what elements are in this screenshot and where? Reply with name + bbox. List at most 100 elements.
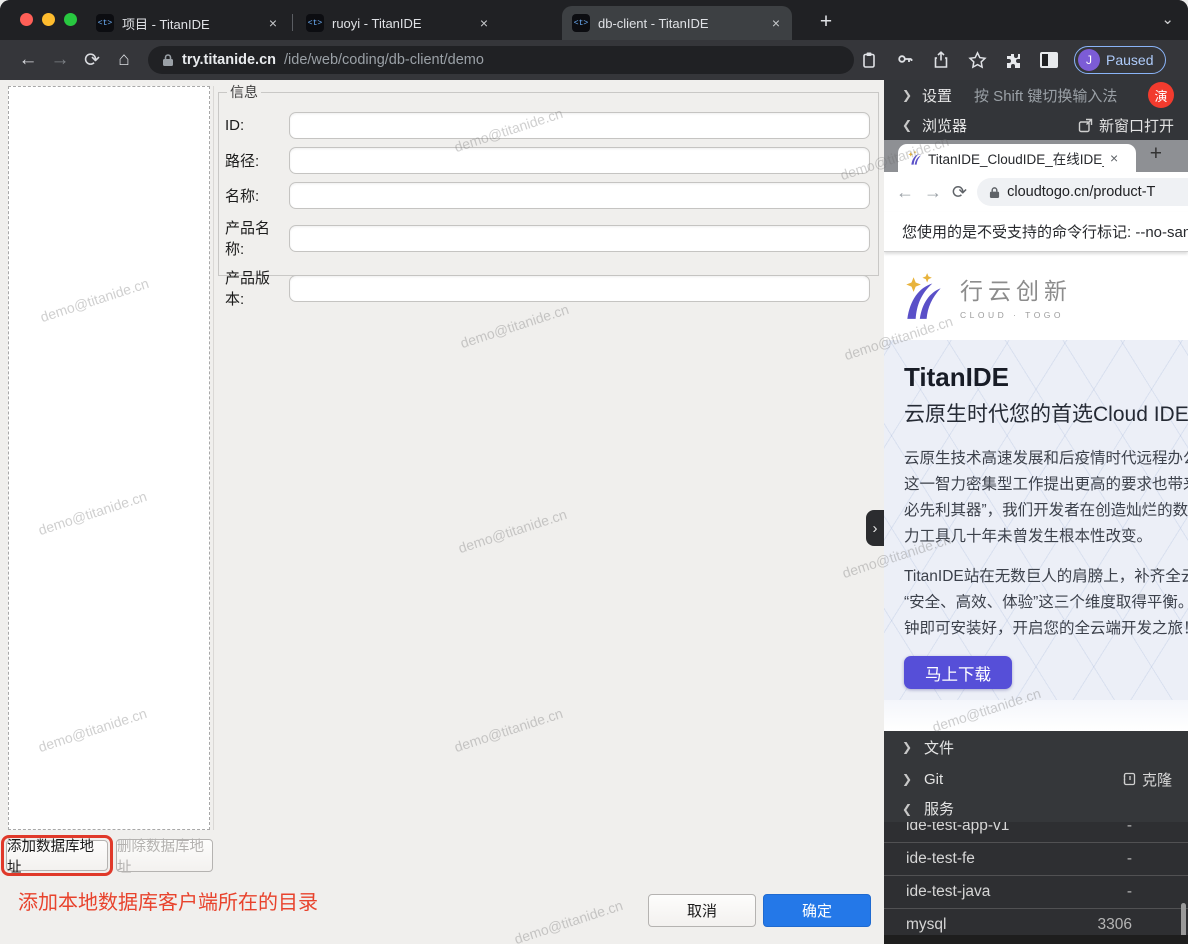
- forward-icon[interactable]: →: [44, 44, 76, 76]
- tab-ruoyi[interactable]: <t> ruoyi - TitanIDE ×: [296, 6, 500, 40]
- annotation-text: 添加本地数据库客户端所在的目录: [18, 886, 318, 915]
- service-row[interactable]: ide-test-java -: [884, 875, 1188, 908]
- traffic-lights: [20, 13, 77, 26]
- tab-title: db-client - TitanIDE: [598, 16, 762, 31]
- panel-footer-strip: [884, 935, 1188, 944]
- tab-title: ruoyi - TitanIDE: [332, 16, 470, 31]
- avatar: J: [1078, 49, 1100, 71]
- settings-label: 设置: [922, 85, 952, 106]
- sandbox-warning-bar: 您使用的是不受支持的命令行标记: --no-sand: [884, 212, 1188, 252]
- key-icon[interactable]: [890, 45, 920, 75]
- services-section-header[interactable]: ❮ 服务: [884, 795, 1188, 822]
- titanide-favicon: <t>: [96, 14, 114, 32]
- path-label: 路径:: [225, 150, 289, 171]
- browser-section-header[interactable]: ❮ 浏览器 新窗口打开: [884, 110, 1188, 140]
- titanide-favicon: <t>: [572, 14, 590, 32]
- bookmark-star-icon[interactable]: [962, 45, 992, 75]
- info-fieldset: 信息 ID: 路径: 名称: 产品名称: 产品版本:: [218, 82, 879, 276]
- inner-new-tab-button[interactable]: +: [1150, 142, 1162, 166]
- minimize-window-button[interactable]: [42, 13, 55, 26]
- clipboard-icon[interactable]: [854, 45, 884, 75]
- open-in-new-icon: [1078, 118, 1093, 133]
- product-version-label: 产品版本:: [225, 267, 289, 309]
- home-icon[interactable]: ⌂: [108, 44, 140, 76]
- service-port: -: [1127, 883, 1132, 901]
- scrollbar-thumb[interactable]: [1181, 903, 1186, 935]
- tab-close-icon[interactable]: ×: [770, 15, 782, 31]
- services-label: 服务: [924, 798, 954, 819]
- form-row-product-version: 产品版本:: [225, 267, 870, 309]
- side-panel-icon[interactable]: [1034, 45, 1064, 75]
- database-address-list[interactable]: [8, 86, 210, 830]
- open-new-window-label: 新窗口打开: [1099, 115, 1174, 136]
- add-database-address-button[interactable]: 添加数据库地址: [6, 840, 108, 871]
- share-icon[interactable]: [926, 45, 956, 75]
- service-port: -: [1127, 850, 1132, 868]
- panel-expand-handle[interactable]: ›: [866, 510, 884, 546]
- product-name-input[interactable]: [289, 225, 870, 252]
- id-input[interactable]: [289, 112, 870, 139]
- inner-forward-icon[interactable]: →: [924, 182, 942, 203]
- para1-line: 云原生技术高速发展和后疫情时代远程办公等给: [904, 446, 1188, 472]
- git-section-header[interactable]: ❯ Git 克隆: [884, 763, 1188, 795]
- reload-icon[interactable]: ⟳: [76, 44, 108, 76]
- path-input[interactable]: [289, 147, 870, 174]
- address-bar[interactable]: try.titanide.cn/ide/web/coding/db-client…: [148, 46, 854, 74]
- chevron-right-icon: ❯: [902, 88, 912, 102]
- inner-browser-tab[interactable]: TitanIDE_CloudIDE_在线IDE_ ×: [898, 144, 1136, 172]
- tab-project[interactable]: <t> 项目 - TitanIDE ×: [86, 6, 289, 40]
- service-name: ide-test-java: [906, 883, 990, 901]
- service-row[interactable]: mysql 3306: [884, 908, 1188, 935]
- inner-reload-icon[interactable]: ⟳: [952, 182, 967, 203]
- chevron-down-icon: ❮: [902, 118, 912, 132]
- new-tab-button[interactable]: +: [812, 8, 840, 36]
- info-legend: 信息: [227, 82, 261, 102]
- chevron-right-icon: ❯: [902, 772, 912, 786]
- tab-db-client-active[interactable]: <t> db-client - TitanIDE ×: [562, 6, 792, 40]
- para2-line: “安全、高效、体验”这三个维度取得平衡。最: [904, 590, 1188, 616]
- extensions-puzzle-icon[interactable]: [998, 45, 1028, 75]
- para1-line: 必先利其器”，我们开发者在创造灿烂的数字化: [904, 498, 1188, 524]
- panel-splitter[interactable]: [213, 86, 215, 830]
- tab-strip: <t> 项目 - TitanIDE × <t> ruoyi - TitanIDE…: [0, 0, 1188, 40]
- lock-icon: [162, 53, 174, 67]
- settings-section-header[interactable]: ❯ 设置 按 Shift 键切换输入法 演: [884, 80, 1188, 110]
- form-row-id: ID:: [225, 112, 870, 139]
- kebab-menu-icon[interactable]: [1176, 45, 1188, 75]
- download-now-button[interactable]: 马上下载: [904, 656, 1012, 689]
- git-clone-button[interactable]: 克隆: [1122, 769, 1172, 790]
- inner-address-bar[interactable]: cloudtogo.cn/product-T: [977, 178, 1188, 206]
- service-row[interactable]: ide-test-app-v1 -: [884, 822, 1188, 842]
- id-label: ID:: [225, 117, 289, 134]
- profile-chip[interactable]: J Paused: [1074, 46, 1166, 74]
- service-row[interactable]: ide-test-fe -: [884, 842, 1188, 875]
- tab-close-icon[interactable]: ×: [267, 15, 279, 31]
- git-label: Git: [924, 771, 943, 788]
- tab-search-chevron-icon[interactable]: ⌄: [1161, 10, 1174, 28]
- service-list-scroll: ide-test-app-v1 - ide-test-fe - ide-test…: [884, 822, 1188, 935]
- zoom-window-button[interactable]: [64, 13, 77, 26]
- company-caption: CLOUD · TOGO: [960, 310, 1072, 320]
- service-list: ide-test-app-v1 - ide-test-fe - ide-test…: [884, 822, 1188, 935]
- confirm-button[interactable]: 确定: [763, 894, 871, 927]
- close-window-button[interactable]: [20, 13, 33, 26]
- tab-title: 项目 - TitanIDE: [122, 14, 259, 33]
- profile-status: Paused: [1106, 52, 1153, 68]
- cancel-button[interactable]: 取消: [648, 894, 756, 927]
- name-input[interactable]: [289, 182, 870, 209]
- inner-tab-title: TitanIDE_CloudIDE_在线IDE_: [928, 148, 1104, 168]
- tab-close-icon[interactable]: ×: [478, 15, 490, 31]
- product-version-input[interactable]: [289, 275, 870, 302]
- side-panel: ❯ 设置 按 Shift 键切换输入法 演 ❮ 浏览器 新窗口打开 TitanI…: [884, 80, 1188, 944]
- inner-tab-close-icon[interactable]: ×: [1110, 150, 1118, 166]
- paragraph-1: 云原生技术高速发展和后疫情时代远程办公等给 这一智力密集型工作提出更高的要求也带…: [904, 446, 1188, 550]
- files-label: 文件: [924, 737, 954, 758]
- ime-hint: 按 Shift 键切换输入法: [974, 85, 1117, 106]
- delete-database-address-button[interactable]: 删除数据库地址: [116, 839, 213, 872]
- tab-separator: [292, 14, 293, 31]
- back-icon[interactable]: ←: [12, 44, 44, 76]
- cloudtogo-logo-text: 行云创新 CLOUD · TOGO: [960, 272, 1072, 320]
- inner-back-icon[interactable]: ←: [896, 182, 914, 203]
- files-section-header[interactable]: ❯ 文件: [884, 731, 1188, 763]
- open-new-window-button[interactable]: 新窗口打开: [1078, 115, 1174, 136]
